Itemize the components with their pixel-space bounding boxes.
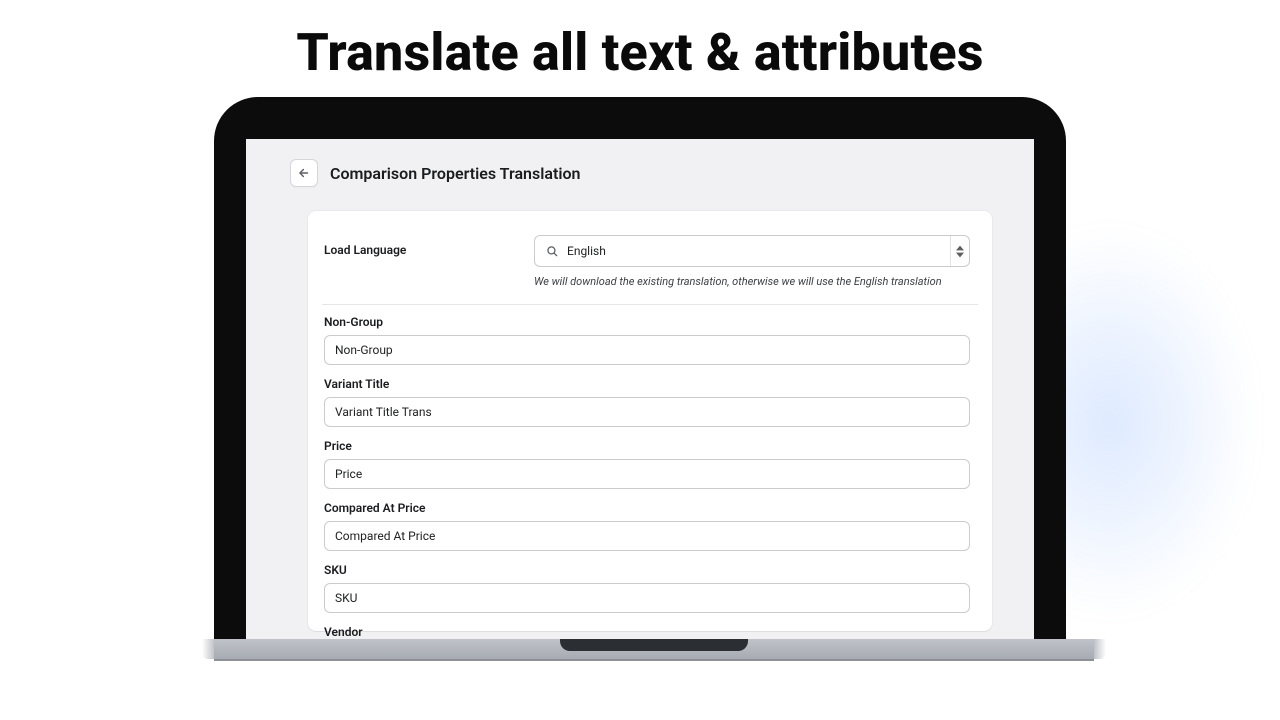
translation-card: Load Language English We will download t… [308, 211, 992, 631]
load-language-row: Load Language English We will download t… [322, 231, 978, 305]
field-variant-title: Variant Title Variant Title Trans [324, 377, 970, 427]
search-icon [545, 244, 559, 258]
laptop-base [214, 639, 1094, 661]
price-input[interactable]: Price [324, 459, 970, 489]
field-label: Vendor [324, 625, 970, 639]
compared-at-price-input[interactable]: Compared At Price [324, 521, 970, 551]
arrow-left-icon [297, 166, 311, 180]
back-button[interactable] [290, 159, 318, 187]
app-screen: Comparison Properties Translation Load L… [246, 139, 1034, 639]
field-compared-at-price: Compared At Price Compared At Price [324, 501, 970, 551]
language-helper-text: We will download the existing translatio… [534, 275, 970, 288]
field-label: Variant Title [324, 377, 970, 391]
language-select[interactable]: English [534, 235, 970, 267]
non-group-input[interactable]: Non-Group [324, 335, 970, 365]
field-sku: SKU SKU [324, 563, 970, 613]
laptop-notch [560, 639, 748, 651]
select-handles-icon [950, 236, 969, 266]
field-label: Compared At Price [324, 501, 970, 515]
language-select-value: English [567, 244, 950, 258]
field-non-group: Non-Group Non-Group [324, 315, 970, 365]
laptop-bezel: Comparison Properties Translation Load L… [214, 97, 1066, 639]
page-headline: Translate all text & attributes [0, 22, 1280, 83]
sku-input[interactable]: SKU [324, 583, 970, 613]
laptop-frame: Comparison Properties Translation Load L… [214, 97, 1066, 661]
page-title: Comparison Properties Translation [330, 164, 581, 183]
field-vendor: Vendor Vendor [324, 625, 970, 639]
field-price: Price Price [324, 439, 970, 489]
field-label: Non-Group [324, 315, 970, 329]
load-language-label: Load Language [322, 235, 524, 257]
field-label: Price [324, 439, 970, 453]
field-label: SKU [324, 563, 970, 577]
variant-title-input[interactable]: Variant Title Trans [324, 397, 970, 427]
app-topbar: Comparison Properties Translation [246, 139, 1034, 203]
fields-container: Non-Group Non-Group Variant Title Varian… [322, 305, 978, 639]
